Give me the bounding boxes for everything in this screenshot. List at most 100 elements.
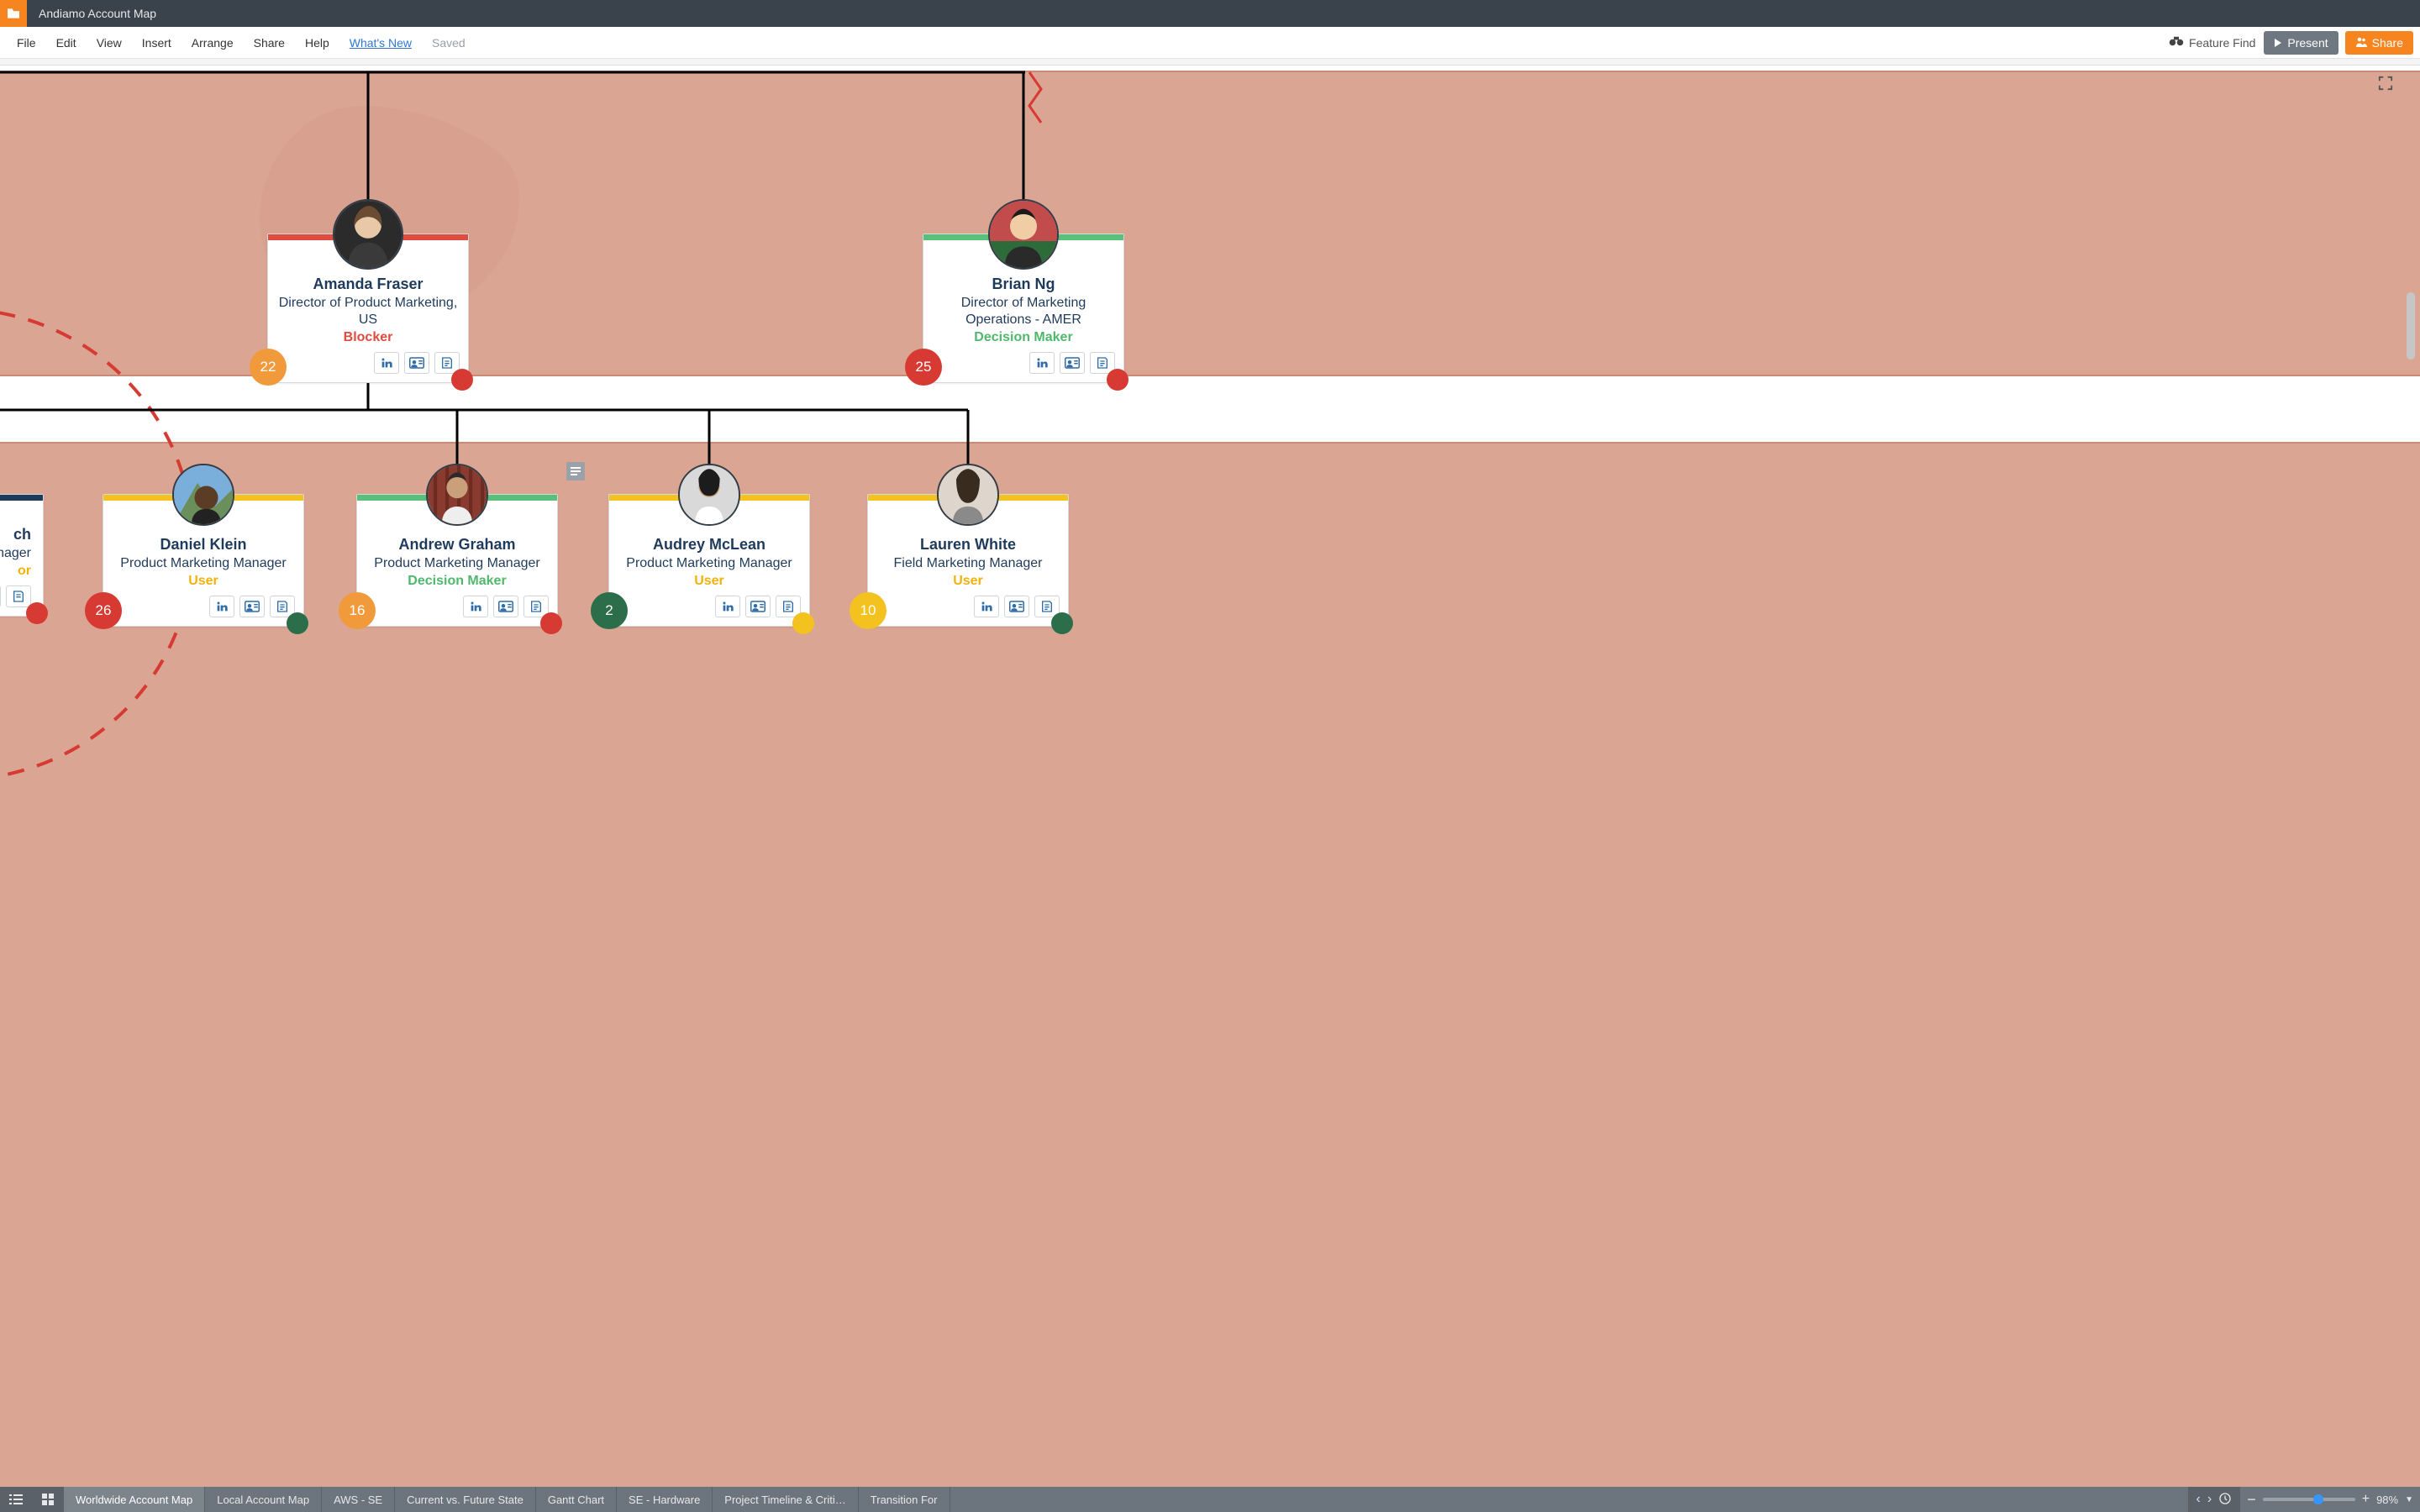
avatar-andrew	[426, 464, 488, 526]
contact-card-icon[interactable]	[493, 596, 518, 617]
title: Field Marketing Manager	[876, 555, 1060, 572]
contact-card-icon[interactable]	[1060, 352, 1085, 374]
prev-tab-icon[interactable]: ‹	[2196, 1492, 2201, 1507]
menu-view[interactable]: View	[87, 36, 132, 50]
card-lauren[interactable]: Lauren White Field Marketing Manager Use…	[867, 494, 1069, 627]
count-badge: 2	[591, 592, 628, 629]
feature-find[interactable]: Feature Find	[2169, 35, 2255, 50]
avatar-daniel	[172, 464, 234, 526]
title: Director of Product Marketing, US	[276, 295, 460, 328]
role: Decision Maker	[932, 330, 1115, 345]
zoom-slider[interactable]	[2263, 1498, 2355, 1501]
title: Product Marketing Manager	[112, 555, 295, 572]
binoculars-icon	[2169, 35, 2184, 50]
menu-arrange[interactable]: Arrange	[182, 36, 244, 50]
linkedin-icon[interactable]	[1029, 352, 1055, 374]
contact-card-icon[interactable]	[745, 596, 771, 617]
tab-gantt[interactable]: Gantt Chart	[536, 1487, 617, 1512]
note-indicator-icon[interactable]	[566, 462, 585, 480]
name: Andrew Graham	[366, 536, 549, 554]
title: Product Marketing Manager	[366, 555, 549, 572]
notes-icon[interactable]	[6, 585, 31, 607]
tab-aws-se[interactable]: AWS - SE	[322, 1487, 395, 1512]
tab-worldwide[interactable]: Worldwide Account Map	[64, 1487, 205, 1512]
zoom-controls: − + 98% ▼	[2240, 1487, 2420, 1512]
menu-edit[interactable]: Edit	[46, 36, 87, 50]
status-dot	[540, 612, 562, 634]
role: User	[876, 574, 1060, 589]
share-button[interactable]: Share	[2345, 31, 2413, 55]
status-dot	[287, 612, 308, 634]
status-dot	[1051, 612, 1073, 634]
tab-current-future[interactable]: Current vs. Future State	[395, 1487, 536, 1512]
count-badge: 25	[905, 349, 942, 386]
contact-card-icon[interactable]	[239, 596, 265, 617]
count-badge: 22	[250, 349, 287, 386]
card-amanda[interactable]: Amanda Fraser Director of Product Market…	[267, 234, 469, 383]
card-partial[interactable]: ch nager or	[0, 494, 44, 617]
tab-local[interactable]: Local Account Map	[205, 1487, 322, 1512]
next-tab-icon[interactable]: ›	[2207, 1492, 2212, 1507]
contact-card-icon[interactable]	[1004, 596, 1029, 617]
zoom-in-icon[interactable]: +	[2362, 1492, 2370, 1507]
card-audrey[interactable]: Audrey McLean Product Marketing Manager …	[608, 494, 810, 627]
present-button[interactable]: Present	[2264, 31, 2338, 55]
tab-transition[interactable]: Transition For	[859, 1487, 950, 1512]
role: User	[618, 574, 801, 589]
zoom-out-icon[interactable]: −	[2247, 1491, 2256, 1509]
avatar-amanda	[333, 199, 403, 270]
title: Director of Marketing Operations - AMER	[932, 295, 1115, 328]
chevron-down-icon[interactable]: ▼	[2405, 1495, 2413, 1504]
present-label: Present	[2287, 36, 2328, 50]
status-dot	[792, 612, 814, 634]
grid-view-icon[interactable]	[32, 1487, 64, 1512]
outline-view-icon[interactable]	[0, 1487, 32, 1512]
count-badge: 26	[85, 592, 122, 629]
name: Lauren White	[876, 536, 1060, 554]
contact-card-icon[interactable]	[0, 585, 1, 607]
linkedin-icon[interactable]	[974, 596, 999, 617]
count-badge: 16	[339, 592, 376, 629]
linkedin-icon[interactable]	[209, 596, 234, 617]
menu-help[interactable]: Help	[295, 36, 339, 50]
menu-share[interactable]: Share	[244, 36, 295, 50]
card-daniel[interactable]: Daniel Klein Product Marketing Manager U…	[103, 494, 304, 627]
tab-se-hardware[interactable]: SE - Hardware	[617, 1487, 713, 1512]
avatar-brian	[988, 199, 1059, 270]
fullscreen-icon[interactable]	[2378, 76, 2393, 95]
name: Daniel Klein	[112, 536, 295, 554]
role: or	[0, 564, 31, 579]
role: Blocker	[276, 330, 460, 345]
linkedin-icon[interactable]	[715, 596, 740, 617]
contact-card-icon[interactable]	[404, 352, 429, 374]
role: Decision Maker	[366, 574, 549, 589]
vertical-scrollbar[interactable]	[2407, 292, 2415, 360]
menu-saved: Saved	[422, 36, 476, 50]
status-dot	[451, 369, 473, 391]
share-label: Share	[2372, 36, 2403, 50]
role: User	[112, 574, 295, 589]
toolbar-strip	[0, 59, 2420, 66]
tab-nav: ‹ ›	[2188, 1487, 2241, 1512]
menu-whats-new[interactable]: What's New	[339, 36, 422, 50]
name: Audrey McLean	[618, 536, 801, 554]
menu-insert[interactable]: Insert	[132, 36, 182, 50]
title: nager	[0, 545, 31, 562]
linkedin-icon[interactable]	[463, 596, 488, 617]
history-icon[interactable]	[2218, 1492, 2232, 1508]
document-title[interactable]: Andiamo Account Map	[39, 7, 156, 20]
card-andrew[interactable]: Andrew Graham Product Marketing Manager …	[356, 494, 558, 627]
status-dot	[1107, 369, 1128, 391]
menu-file[interactable]: File	[7, 36, 46, 50]
zoom-value[interactable]: 98%	[2376, 1494, 2398, 1506]
app-logo[interactable]	[0, 0, 27, 27]
play-icon	[2274, 36, 2282, 50]
avatar-lauren	[937, 464, 999, 526]
card-brian[interactable]: Brian Ng Director of Marketing Operation…	[923, 234, 1124, 383]
linkedin-icon[interactable]	[374, 352, 399, 374]
canvas[interactable]: Amanda Fraser Director of Product Market…	[0, 66, 2420, 1487]
menubar: File Edit View Insert Arrange Share Help…	[0, 27, 2420, 59]
people-icon	[2355, 36, 2367, 50]
tab-timeline[interactable]: Project Timeline & Criti…	[713, 1487, 858, 1512]
titlebar: Andiamo Account Map	[0, 0, 2420, 27]
